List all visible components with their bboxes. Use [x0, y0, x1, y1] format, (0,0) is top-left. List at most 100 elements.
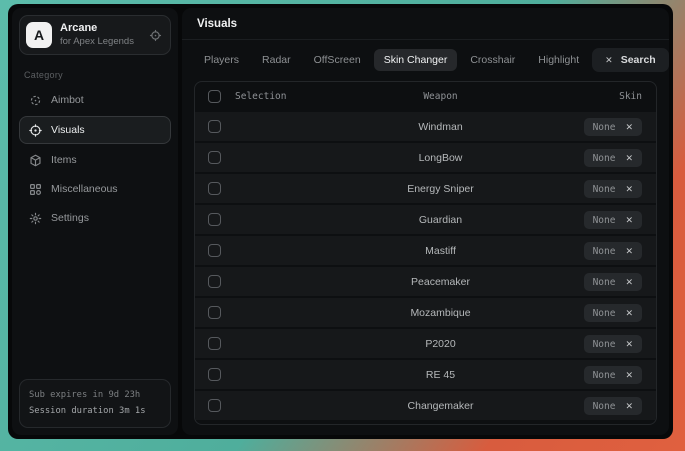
x-icon[interactable]: ✕ [625, 123, 633, 132]
sidebar-item-label: Aimbot [51, 94, 84, 106]
skin-table: Selection Weapon Skin Windman None ✕ [194, 81, 657, 425]
table-row-mastiff: Mastiff None ✕ [195, 236, 656, 265]
table-header-row: Selection Weapon Skin [195, 82, 656, 110]
table-row-windman: Windman None ✕ [195, 112, 656, 141]
sidebar-item-items[interactable]: Items [19, 147, 171, 173]
weapon-name: LongBow [355, 152, 526, 164]
x-icon[interactable]: ✕ [625, 402, 633, 411]
tab-highlight[interactable]: Highlight [528, 49, 589, 71]
app-identity-card: A Arcane for Apex Legends [19, 15, 171, 55]
page-title: Visuals [197, 18, 654, 30]
weapon-name: Peacemaker [355, 276, 526, 288]
row-checkbox[interactable] [208, 120, 221, 133]
sidebar: A Arcane for Apex Legends Category Aimbo… [12, 8, 178, 435]
skin-badge[interactable]: None ✕ [584, 149, 642, 167]
skin-badge[interactable]: None ✕ [584, 304, 642, 322]
skin-badge[interactable]: None ✕ [584, 118, 642, 136]
row-checkbox[interactable] [208, 399, 221, 412]
weapon-name: Changemaker [355, 400, 526, 412]
row-checkbox[interactable] [208, 244, 221, 257]
sub-expiry-text: Sub expires in 9d 23h [29, 388, 161, 403]
tab-label: Crosshair [470, 54, 515, 66]
column-header-skin: Skin [526, 91, 656, 102]
skin-value: None [593, 339, 616, 350]
table-row-peacemaker: Peacemaker None ✕ [195, 267, 656, 296]
weapon-name: Mastiff [355, 245, 526, 257]
tab-crosshair[interactable]: Crosshair [460, 49, 525, 71]
skin-badge[interactable]: None ✕ [584, 180, 642, 198]
skin-badge[interactable]: None ✕ [584, 242, 642, 260]
nav-icon [29, 94, 42, 107]
sidebar-item-visuals[interactable]: Visuals [19, 116, 171, 144]
app-logo: A [26, 22, 52, 48]
search-button[interactable]: ✕ Search [592, 48, 669, 72]
sidebar-item-settings[interactable]: Settings [19, 205, 171, 231]
sidebar-item-aimbot[interactable]: Aimbot [19, 87, 171, 113]
x-icon: ✕ [605, 55, 613, 66]
weapon-name: Guardian [355, 214, 526, 226]
column-header-selection: Selection [235, 91, 355, 102]
nav-icon [29, 124, 42, 137]
table-body: Windman None ✕ LongBow [195, 110, 656, 420]
tab-skin-changer[interactable]: Skin Changer [374, 49, 458, 71]
tab-radar[interactable]: Radar [252, 49, 301, 71]
sidebar-item-miscellaneous[interactable]: Miscellaneous [19, 176, 171, 202]
tab-label: Skin Changer [384, 54, 448, 66]
weapon-name: Energy Sniper [355, 183, 526, 195]
sidebar-nav: Aimbot Visuals Items Miscellaneous Setti… [19, 87, 171, 231]
skin-value: None [593, 122, 616, 133]
table-row-guardian: Guardian None ✕ [195, 205, 656, 234]
table-row-changemaker: Changemaker None ✕ [195, 391, 656, 420]
row-checkbox[interactable] [208, 368, 221, 381]
x-icon[interactable]: ✕ [625, 309, 633, 318]
weapon-name: P2020 [355, 338, 526, 350]
tab-label: OffScreen [314, 54, 361, 66]
sidebar-item-label: Items [51, 154, 77, 166]
nav-icon [29, 183, 42, 196]
x-icon[interactable]: ✕ [625, 216, 633, 225]
skin-badge[interactable]: None ✕ [584, 211, 642, 229]
row-checkbox[interactable] [208, 182, 221, 195]
x-icon[interactable]: ✕ [625, 154, 633, 163]
app-window: A Arcane for Apex Legends Category Aimbo… [8, 4, 673, 439]
row-checkbox[interactable] [208, 213, 221, 226]
tab-bar: Players Radar OffScreen Skin Changer Cro… [182, 40, 669, 78]
skin-value: None [593, 308, 616, 319]
table-row-energy-sniper: Energy Sniper None ✕ [195, 174, 656, 203]
skin-value: None [593, 153, 616, 164]
subscription-info-card: Sub expires in 9d 23h Session duration 3… [19, 379, 171, 428]
row-checkbox[interactable] [208, 275, 221, 288]
nav-icon [29, 212, 42, 225]
select-all-checkbox[interactable] [208, 90, 221, 103]
skin-value: None [593, 277, 616, 288]
table-row-p2020: P2020 None ✕ [195, 329, 656, 358]
search-button-label: Search [621, 54, 656, 66]
x-icon[interactable]: ✕ [625, 185, 633, 194]
sidebar-item-label: Miscellaneous [51, 183, 118, 195]
row-checkbox[interactable] [208, 151, 221, 164]
tab-label: Highlight [538, 54, 579, 66]
skin-value: None [593, 370, 616, 381]
nav-icon [29, 154, 42, 167]
skin-badge[interactable]: None ✕ [584, 366, 642, 384]
column-header-weapon: Weapon [355, 91, 526, 102]
skin-badge[interactable]: None ✕ [584, 397, 642, 415]
row-checkbox[interactable] [208, 306, 221, 319]
tab-players[interactable]: Players [194, 49, 249, 71]
skin-value: None [593, 401, 616, 412]
x-icon[interactable]: ✕ [625, 278, 633, 287]
tab-label: Players [204, 54, 239, 66]
weapon-name: RE 45 [355, 369, 526, 381]
x-icon[interactable]: ✕ [625, 340, 633, 349]
skin-badge[interactable]: None ✕ [584, 335, 642, 353]
x-icon[interactable]: ✕ [625, 371, 633, 380]
x-icon[interactable]: ✕ [625, 247, 633, 256]
tab-offscreen[interactable]: OffScreen [304, 49, 371, 71]
main-panel: Visuals Players Radar OffScreen Skin Cha… [182, 8, 669, 435]
target-icon[interactable] [149, 29, 162, 42]
row-checkbox[interactable] [208, 337, 221, 350]
sidebar-item-label: Visuals [51, 124, 85, 136]
tab-label: Radar [262, 54, 291, 66]
skin-value: None [593, 184, 616, 195]
skin-badge[interactable]: None ✕ [584, 273, 642, 291]
